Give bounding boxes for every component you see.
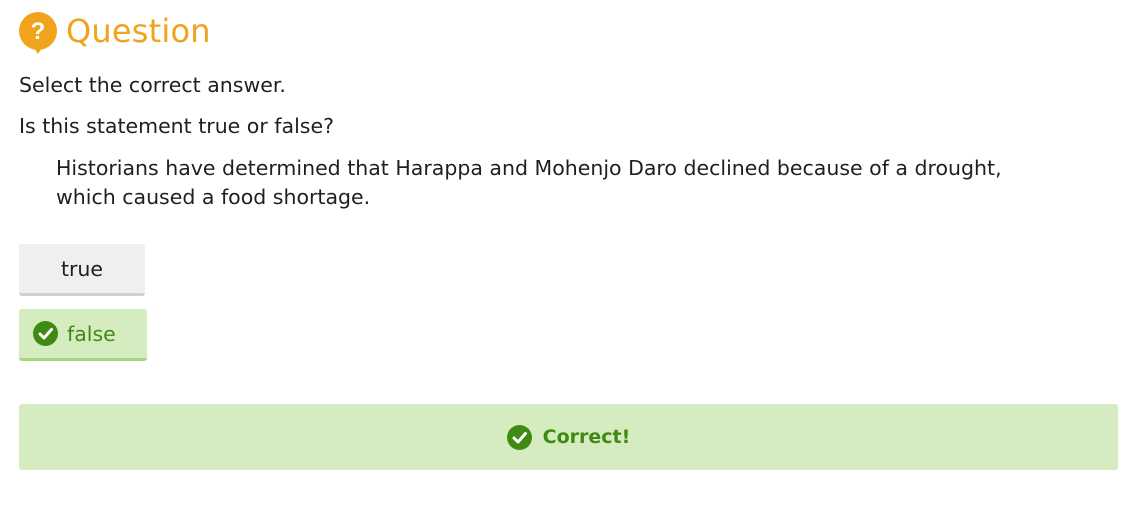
answer-option-label: true: [60, 256, 104, 281]
instruction-text: Select the correct answer.: [19, 73, 286, 97]
corner-decoration-icon: [1069, 0, 1109, 4]
question-header: ? Question: [19, 12, 211, 54]
feedback-text: Correct!: [542, 426, 631, 448]
answer-option-true[interactable]: true: [19, 244, 145, 296]
feedback-banner: Correct!: [19, 404, 1118, 470]
prompt-text: Is this statement true or false?: [19, 114, 334, 138]
answer-option-false[interactable]: false: [19, 309, 147, 361]
question-page: ? Question Select the correct answer. Is…: [0, 0, 1125, 507]
checkmark-circle-icon: [506, 424, 532, 450]
answer-option-label: false: [67, 321, 116, 346]
question-bubble-icon: ?: [19, 12, 57, 54]
page-title: Question: [66, 12, 211, 50]
statement-text: Historians have determined that Harappa …: [56, 156, 1002, 209]
svg-text:?: ?: [31, 18, 46, 45]
checkmark-circle-icon: [33, 321, 58, 346]
